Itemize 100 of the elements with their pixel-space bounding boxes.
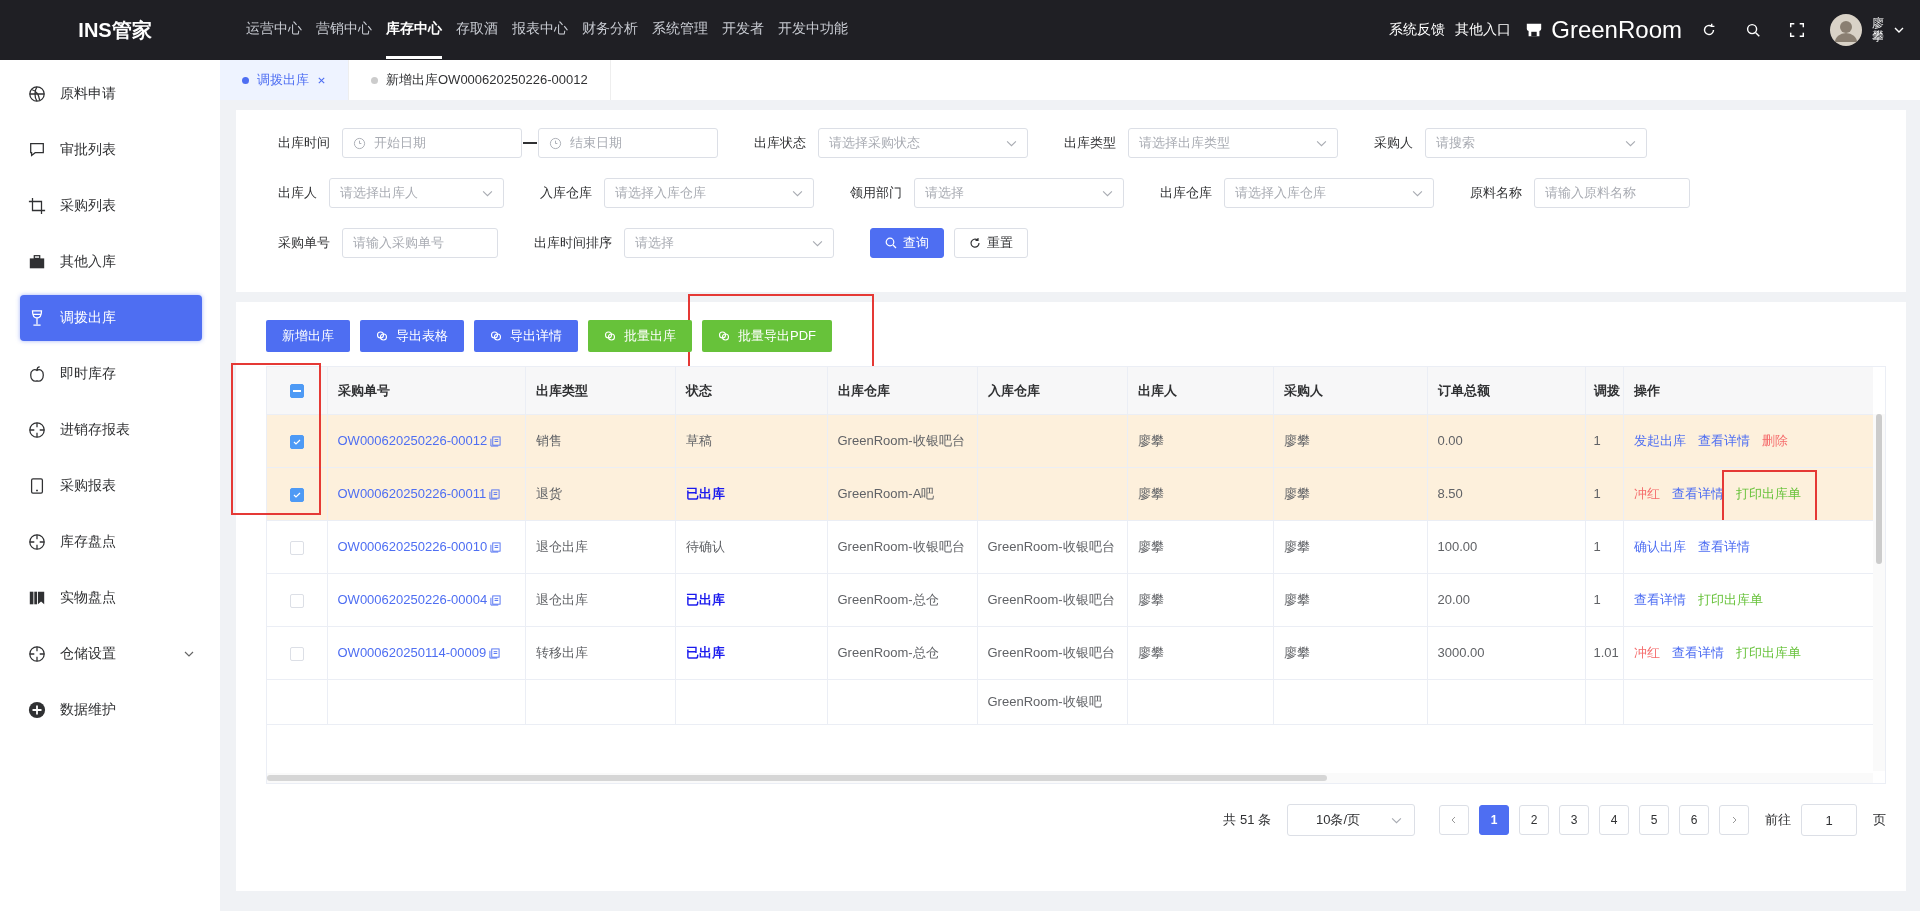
row-checkbox[interactable]	[289, 434, 304, 449]
scrollbar[interactable]	[1873, 414, 1885, 771]
column-header: 出库人	[1137, 382, 1177, 398]
select-field[interactable]: 请选择入库仓库	[1224, 178, 1434, 208]
sidebar-item[interactable]: 仓储设置	[20, 631, 202, 677]
sidebar-item[interactable]: 进销存报表	[20, 407, 202, 453]
sidebar-label: 采购列表	[60, 197, 116, 215]
header-link[interactable]: 其他入口	[1455, 21, 1512, 39]
fullscreen-icon[interactable]	[1788, 21, 1806, 39]
input-field[interactable]: 请输入原料名称	[1534, 178, 1690, 208]
sidebar-item[interactable]: 采购列表	[20, 183, 202, 229]
page-button[interactable]: 1	[1479, 805, 1509, 835]
page-input[interactable]: 1	[1801, 804, 1857, 836]
sidebar-item[interactable]: 数据维护	[20, 687, 202, 733]
select-field[interactable]: 请选择出库类型	[1128, 128, 1338, 158]
action-link[interactable]: 查看详情	[1671, 480, 1724, 508]
store-name[interactable]: GreenRoom	[1551, 16, 1682, 44]
table-cell: 退货	[535, 486, 562, 501]
nav-item[interactable]: 财务分析	[582, 1, 638, 59]
start-date-field[interactable]: 开始日期	[342, 128, 522, 158]
order-link[interactable]: OW000620250114-00009	[337, 643, 487, 663]
filter-label: 出库时间	[278, 134, 330, 152]
select-field[interactable]: 请选择	[624, 228, 834, 258]
toolbar-button[interactable]: 导出表格	[360, 320, 464, 352]
copy-icon[interactable]	[489, 488, 501, 500]
avatar[interactable]	[1830, 14, 1862, 46]
page-button[interactable]: 4	[1599, 805, 1629, 835]
sidebar-item[interactable]: 库存盘点	[20, 519, 202, 565]
filter-label: 出库人	[278, 184, 317, 202]
copy-icon[interactable]	[490, 541, 502, 553]
clock-icon	[549, 136, 562, 150]
table-cell: 0.00	[1437, 433, 1463, 448]
action-link[interactable]: 确认出库	[1633, 533, 1686, 561]
nav-item[interactable]: 报表中心	[512, 1, 568, 59]
toolbar-button[interactable]: 新增出库	[266, 320, 350, 352]
copy-icon[interactable]	[489, 647, 501, 659]
nav-item[interactable]: 开发者	[722, 1, 764, 59]
page-tab[interactable]: 调拨出库	[220, 60, 349, 100]
action-link[interactable]: 查看详情	[1697, 427, 1750, 455]
select-field[interactable]: 请选择入库仓库	[604, 178, 814, 208]
row-checkbox[interactable]	[289, 487, 304, 502]
action-link[interactable]: 删除	[1761, 427, 1788, 455]
reset-button[interactable]: 重置	[954, 228, 1028, 258]
action-link[interactable]: 冲红	[1633, 639, 1660, 667]
sidebar-item[interactable]: 原料申请	[20, 71, 202, 117]
briefcase-icon	[28, 253, 46, 271]
page-button[interactable]: 3	[1559, 805, 1589, 835]
copy-icon[interactable]	[490, 594, 502, 606]
table-cell: 销售	[535, 433, 562, 448]
action-link[interactable]: 查看详情	[1671, 639, 1724, 667]
sidebar-item[interactable]: 即时库存	[20, 351, 202, 397]
page-button[interactable]: 6	[1679, 805, 1709, 835]
nav-item[interactable]: 系统管理	[652, 1, 708, 59]
user-name[interactable]: 廖攀	[1872, 16, 1884, 44]
search-icon[interactable]	[1744, 21, 1762, 39]
order-link[interactable]: OW000620250226-00004	[337, 590, 488, 610]
scrollbar[interactable]	[267, 773, 1873, 783]
action-link[interactable]: 查看详情	[1633, 586, 1686, 614]
action-link[interactable]: 查看详情	[1697, 533, 1750, 561]
order-link[interactable]: OW000620250226-00010	[337, 537, 488, 557]
table-cell: 廖攀	[1283, 433, 1310, 448]
action-link[interactable]: 冲红	[1633, 480, 1660, 508]
page-size-select[interactable]: 10条/页	[1287, 804, 1415, 836]
sidebar-item[interactable]: 采购报表	[20, 463, 202, 509]
page-tab[interactable]: 新增出库OW000620250226-00012	[349, 60, 611, 100]
select-field[interactable]: 请选择	[914, 178, 1124, 208]
select-field[interactable]: 请选择出库人	[329, 178, 504, 208]
select-all-checkbox[interactable]	[289, 384, 304, 399]
table-cell: 退仓出库	[535, 592, 588, 607]
page-button[interactable]: 2	[1519, 805, 1549, 835]
nav-item[interactable]: 运营中心	[246, 1, 302, 59]
page-button[interactable]: 5	[1639, 805, 1669, 835]
table-cell: GreenRoom-收银吧台	[837, 433, 965, 448]
nav-item[interactable]: 营销中心	[316, 1, 372, 59]
copy-icon[interactable]	[490, 435, 502, 447]
close-icon[interactable]	[317, 75, 326, 85]
link-icon	[604, 330, 616, 342]
select-field[interactable]: 请搜索	[1425, 128, 1647, 158]
sidebar-item[interactable]: 实物盘点	[20, 575, 202, 621]
sidebar-item[interactable]: 其他入库	[20, 239, 202, 285]
caret-icon[interactable]	[1894, 25, 1904, 35]
nav-item[interactable]: 存取酒	[456, 1, 498, 59]
ball-icon	[28, 85, 46, 103]
nav-item[interactable]: 开发中功能	[778, 1, 848, 59]
table-cell: 廖攀	[1137, 592, 1164, 607]
header-link[interactable]: 系统反馈	[1389, 21, 1446, 39]
sidebar-label: 仓储设置	[60, 645, 116, 663]
sidebar-item[interactable]: 调拨出库	[20, 295, 202, 341]
select-field[interactable]: 请选择采购状态	[818, 128, 1028, 158]
table-cell: 1	[1593, 539, 1601, 554]
toolbar-button[interactable]: 导出详情	[474, 320, 578, 352]
table-cell: 1	[1593, 433, 1601, 448]
filter-label: 采购人	[1374, 134, 1413, 152]
input-field[interactable]: 请输入采购单号	[342, 228, 498, 258]
table-cell: 100.00	[1437, 539, 1478, 554]
sidebar-item[interactable]: 审批列表	[20, 127, 202, 173]
sidebar-label: 原料申请	[60, 85, 116, 103]
end-date-field[interactable]: 结束日期	[538, 128, 718, 158]
action-link[interactable]: 发起出库	[1633, 427, 1686, 455]
query-button[interactable]: 查询	[870, 228, 944, 258]
